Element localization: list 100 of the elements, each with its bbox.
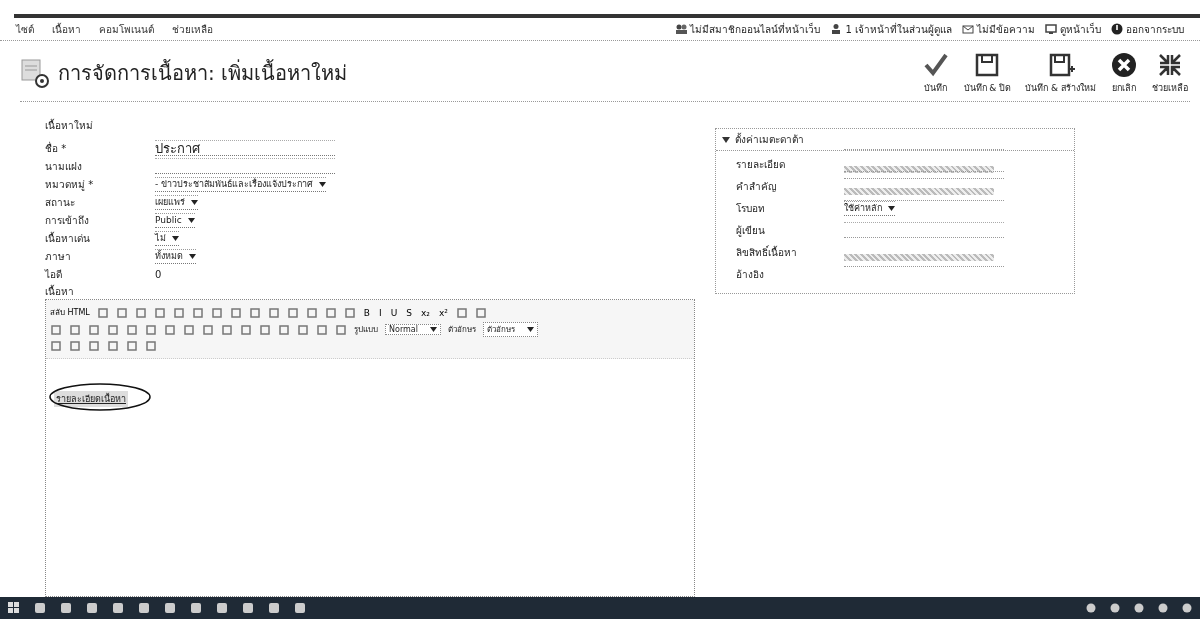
toolbar-icon[interactable] (221, 323, 233, 336)
toolbar-icon[interactable] (240, 323, 252, 336)
taskbar-app-icon[interactable] (268, 602, 280, 614)
tray-icon[interactable] (1134, 603, 1144, 613)
toolbar-icon[interactable] (305, 306, 318, 319)
taskbar-app-icon[interactable] (60, 602, 72, 614)
toolbar-icon[interactable] (286, 306, 299, 319)
toolbar-button[interactable]: บันทึก & ปิด (961, 51, 1014, 95)
toolbar-icon[interactable] (88, 323, 100, 336)
toolbar-button[interactable]: ยกเลิก (1108, 51, 1140, 95)
status-link[interactable]: 1 เจ้าหน้าที่ในส่วนผู้ดูแล (845, 21, 952, 37)
field-label: หมวดหมู่ * (45, 177, 95, 192)
text-area[interactable] (844, 149, 1004, 179)
toolbar-icon[interactable] (267, 306, 280, 319)
dropdown[interactable]: ไม่ (155, 230, 179, 246)
format-label: รูปแบบ (354, 324, 378, 336)
toolbar-icon[interactable] (145, 323, 157, 336)
toolbar-icon[interactable] (297, 323, 309, 336)
section-title: เนื้อหาใหม่ (45, 118, 94, 133)
status-link[interactable]: ออกจากระบบ (1126, 21, 1184, 37)
taskbar-app-icon[interactable] (34, 602, 46, 614)
text-area[interactable] (844, 237, 1004, 267)
toolbar-icon[interactable] (210, 306, 223, 319)
toolbar-icon[interactable] (50, 340, 62, 352)
text-area[interactable] (844, 171, 1004, 201)
dropdown[interactable]: Public (155, 212, 195, 228)
field-label: เนื้อหาเด่น (45, 230, 91, 246)
envelope-icon (962, 23, 974, 35)
toolbar-icon[interactable] (172, 306, 185, 319)
taskbar-app-icon[interactable] (112, 602, 124, 614)
toolbar-icon[interactable] (69, 340, 81, 352)
toolbar-icon[interactable] (229, 306, 242, 319)
taskbar-app-icon[interactable] (216, 602, 228, 614)
toolbar-icon[interactable] (335, 323, 347, 336)
taskbar-app-icon[interactable] (190, 602, 202, 614)
toolbar-icon[interactable] (96, 306, 109, 319)
input-field[interactable]: ประกาศ (155, 140, 335, 156)
toolbar-icon[interactable] (455, 306, 468, 319)
toolbar-button[interactable]: บันทึก & สร้างใหม่ (1023, 51, 1098, 95)
tray-icon[interactable] (1110, 603, 1120, 613)
dropdown[interactable]: - ข่าวประชาสัมพันธ์และเรื่องแจ้งประกาศ (155, 176, 327, 192)
toolbar-button[interactable]: ช่วยเหลือ (1150, 51, 1190, 95)
taskbar-app-icon[interactable] (242, 602, 254, 614)
toolbar-icon[interactable] (259, 323, 271, 336)
taskbar-app-icon[interactable] (86, 602, 98, 614)
format-button[interactable]: x² (437, 307, 449, 318)
status-link[interactable]: ดูหน้าเว็บ (1060, 21, 1101, 37)
input-field[interactable] (155, 158, 335, 174)
format-button[interactable]: S (405, 307, 413, 318)
toolbar-icon[interactable] (126, 340, 138, 352)
dropdown[interactable]: เผยแพร่ (155, 194, 198, 210)
toolbar-icon[interactable] (202, 323, 214, 336)
status-link[interactable]: ไม่มีข้อความ (977, 21, 1035, 37)
caret-icon (429, 327, 437, 332)
toolbar-icon[interactable] (324, 306, 337, 319)
toolbar-icon[interactable] (278, 323, 290, 336)
taskbar-app-icon[interactable] (294, 602, 306, 614)
taskbar-app-icon[interactable] (164, 602, 176, 614)
status-link[interactable]: ไม่มีสมาชิกออนไลน์ที่หน้าเว็บ (690, 21, 821, 37)
format-dropdown[interactable]: Normal (385, 324, 441, 335)
toolbar-icon[interactable] (115, 306, 128, 319)
toolbar-icon[interactable] (316, 323, 328, 336)
menu-item[interactable]: คอมโพเนนต์ (99, 21, 154, 37)
toolbar-icon[interactable] (50, 323, 62, 336)
toolbar-icon[interactable] (164, 323, 176, 336)
document-gear-icon (20, 58, 50, 88)
format-button[interactable]: U (389, 307, 399, 318)
toolbar-icon[interactable] (134, 306, 147, 319)
format-button[interactable]: B (362, 307, 371, 318)
toolbar-icon[interactable] (126, 323, 138, 336)
toolbar-icon[interactable] (88, 340, 100, 352)
caret-icon (191, 199, 198, 205)
format-button[interactable]: I (378, 307, 383, 318)
tray-icon[interactable] (1158, 603, 1168, 613)
tray-icon[interactable] (1086, 603, 1096, 613)
format-button[interactable]: x₂ (419, 307, 431, 318)
toolbar-icon[interactable] (343, 306, 356, 319)
toolbar-icon[interactable] (191, 306, 204, 319)
toolbar-icon[interactable] (107, 340, 119, 352)
toolbar-icon[interactable] (145, 340, 157, 352)
toolbar-button[interactable]: บันทึก (919, 51, 952, 95)
monitor-icon (1045, 23, 1057, 35)
windows-icon[interactable] (8, 602, 20, 614)
toolbar-icon[interactable] (153, 306, 166, 319)
menu-item[interactable]: ไซต์ (16, 21, 34, 37)
toolbar-icon[interactable] (69, 323, 81, 336)
panel-header[interactable]: ตั้งค่าเมตะดาต้า (716, 129, 1074, 151)
menu-item[interactable]: ช่วยเหลือ (172, 21, 213, 37)
dropdown[interactable]: ใช้ค่าหลัก (844, 200, 895, 216)
html-toggle-button[interactable]: สลับ HTML (50, 306, 90, 319)
toolbar-icon[interactable] (107, 323, 119, 336)
tray-icon[interactable] (1182, 603, 1192, 613)
dropdown[interactable]: ทั้งหมด (155, 248, 196, 264)
toolbar-icon[interactable] (183, 323, 195, 336)
taskbar-app-icon[interactable] (138, 602, 150, 614)
toolbar-icon[interactable] (248, 306, 261, 319)
font-dropdown[interactable]: ตัวอักษร (482, 322, 538, 337)
menu-item[interactable]: เนื้อหา (52, 21, 81, 37)
field-label: เนื้อหา (45, 283, 75, 299)
toolbar-icon[interactable] (474, 306, 487, 319)
